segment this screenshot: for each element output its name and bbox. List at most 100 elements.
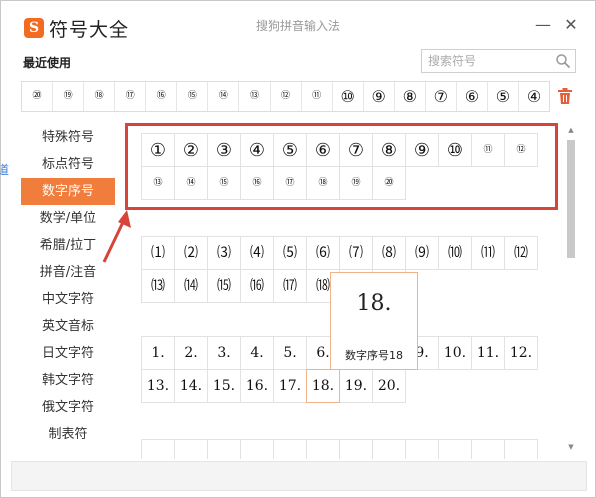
sidebar-item-special[interactable]: 特殊符号 — [21, 124, 115, 151]
sidebar-item-phonetic[interactable]: 英文音标 — [21, 313, 115, 340]
symbol-cell[interactable]: ⑽ — [438, 236, 472, 270]
symbol-cell[interactable]: ⑯ — [240, 166, 274, 200]
minimize-icon[interactable]: — — [533, 15, 553, 35]
symbol-cell[interactable]: 16. — [240, 369, 274, 403]
symbol-cell[interactable] — [240, 439, 274, 459]
symbol-cell[interactable]: ⒂ — [207, 269, 241, 303]
symbol-cell[interactable]: ⒄ — [273, 269, 307, 303]
symbol-cell[interactable]: 19. — [339, 369, 373, 403]
recent-symbol[interactable]: ⑩ — [333, 82, 364, 111]
symbol-cell[interactable]: 4. — [240, 336, 274, 370]
sidebar-item-numbers[interactable]: 数字序号 — [21, 178, 115, 205]
sidebar-item-chinese[interactable]: 中文字符 — [21, 286, 115, 313]
symbol-cell[interactable]: ⒀ — [141, 269, 175, 303]
symbol-cell[interactable]: ⑰ — [273, 166, 307, 200]
recent-symbol[interactable]: ⑱ — [84, 82, 116, 111]
sidebar-item-korean[interactable]: 韩文字符 — [21, 367, 115, 394]
symbol-cell[interactable]: ⑤ — [273, 133, 307, 167]
scroll-thumb[interactable] — [567, 140, 575, 258]
search-input[interactable] — [422, 50, 550, 72]
symbol-cell[interactable]: 15. — [207, 369, 241, 403]
recent-symbol[interactable]: ⑯ — [146, 82, 178, 111]
symbol-cell[interactable]: ⑹ — [306, 236, 340, 270]
symbol-cell[interactable]: ⑧ — [372, 133, 406, 167]
recent-symbol[interactable]: ⑤ — [488, 82, 519, 111]
symbol-cell[interactable]: ⑫ — [504, 133, 538, 167]
symbol-cell[interactable]: 5. — [273, 336, 307, 370]
symbol-cell[interactable]: ⑷ — [240, 236, 274, 270]
symbol-cell[interactable] — [438, 439, 472, 459]
symbol-cell[interactable]: ⒁ — [174, 269, 208, 303]
symbol-cell[interactable]: ⑻ — [372, 236, 406, 270]
symbol-cell[interactable]: ⑬ — [141, 166, 175, 200]
symbol-cell[interactable]: 2. — [174, 336, 208, 370]
search-box[interactable] — [421, 49, 576, 73]
symbol-cell[interactable]: 11. — [471, 336, 505, 370]
symbol-cell[interactable] — [273, 439, 307, 459]
sidebar-item-russian[interactable]: 俄文字符 — [21, 394, 115, 421]
symbol-cell[interactable]: ⒃ — [240, 269, 274, 303]
search-icon[interactable] — [555, 53, 571, 69]
symbol-cell[interactable] — [141, 439, 175, 459]
recent-symbol[interactable]: ⑭ — [208, 82, 240, 111]
symbol-cell[interactable]: ⑶ — [207, 236, 241, 270]
recent-symbol[interactable]: ⑰ — [115, 82, 147, 111]
symbol-cell[interactable] — [504, 439, 538, 459]
recent-symbol[interactable]: ⑨ — [364, 82, 395, 111]
symbol-cell[interactable]: ⑦ — [339, 133, 373, 167]
symbol-cell[interactable] — [306, 439, 340, 459]
scroll-up-icon[interactable]: ▲ — [567, 126, 575, 134]
scrollbar[interactable]: ▲ ▼ — [566, 126, 576, 451]
recent-symbol[interactable]: ⑧ — [395, 82, 426, 111]
symbol-cell[interactable]: ⑩ — [438, 133, 472, 167]
recent-symbol[interactable]: ⑥ — [457, 82, 488, 111]
symbol-cell[interactable]: ⑿ — [504, 236, 538, 270]
symbol-cell[interactable]: 3. — [207, 336, 241, 370]
symbol-cell[interactable]: ① — [141, 133, 175, 167]
sidebar-item-pinyin[interactable]: 拼音/注音 — [21, 259, 115, 286]
sidebar-item-math[interactable]: 数学/单位 — [21, 205, 115, 232]
symbol-cell[interactable] — [207, 439, 241, 459]
recent-symbol[interactable]: ⑮ — [177, 82, 209, 111]
recent-symbol[interactable]: ⑬ — [239, 82, 271, 111]
symbol-cell[interactable] — [339, 439, 373, 459]
sidebar-item-box-drawing[interactable]: 制表符 — [21, 421, 115, 448]
symbol-cell[interactable] — [471, 439, 505, 459]
symbol-cell[interactable]: 12. — [504, 336, 538, 370]
sidebar-item-japanese[interactable]: 日文字符 — [21, 340, 115, 367]
symbol-cell[interactable]: 17. — [273, 369, 307, 403]
symbol-cell[interactable]: 13. — [141, 369, 175, 403]
symbol-cell[interactable]: ⑴ — [141, 236, 175, 270]
symbol-cell[interactable]: ⑾ — [471, 236, 505, 270]
symbol-cell[interactable]: ⑵ — [174, 236, 208, 270]
sidebar-item-punctuation[interactable]: 标点符号 — [21, 151, 115, 178]
symbol-cell[interactable]: 18. — [306, 369, 340, 403]
symbol-cell[interactable]: ⑸ — [273, 236, 307, 270]
symbol-cell[interactable]: ⑪ — [471, 133, 505, 167]
recent-symbol[interactable]: ⑫ — [271, 82, 302, 111]
symbol-cell[interactable]: 14. — [174, 369, 208, 403]
close-icon[interactable]: ✕ — [561, 15, 581, 35]
symbol-cell[interactable]: ⑮ — [207, 166, 241, 200]
symbol-cell[interactable]: ③ — [207, 133, 241, 167]
symbol-cell[interactable]: ⑱ — [306, 166, 340, 200]
symbol-cell[interactable]: ⑺ — [339, 236, 373, 270]
symbol-cell[interactable]: ⑲ — [339, 166, 373, 200]
symbol-cell[interactable]: 1. — [141, 336, 175, 370]
symbol-cell[interactable]: ⑥ — [306, 133, 340, 167]
symbol-cell[interactable]: ⑳ — [372, 166, 406, 200]
recent-symbol[interactable]: ⑦ — [426, 82, 457, 111]
symbol-cell[interactable]: 20. — [372, 369, 406, 403]
symbol-cell[interactable] — [405, 439, 439, 459]
symbol-cell[interactable] — [372, 439, 406, 459]
trash-icon[interactable] — [557, 87, 573, 105]
recent-symbol[interactable]: ⑪ — [302, 82, 333, 111]
sidebar-item-greek[interactable]: 希腊/拉丁 — [21, 232, 115, 259]
recent-symbol[interactable]: ⑳ — [22, 82, 54, 111]
recent-symbol[interactable]: ⑲ — [53, 82, 85, 111]
symbol-cell[interactable]: ④ — [240, 133, 274, 167]
scroll-down-icon[interactable]: ▼ — [567, 443, 575, 451]
symbol-cell[interactable]: ② — [174, 133, 208, 167]
symbol-cell[interactable]: 10. — [438, 336, 472, 370]
symbol-cell[interactable]: ⑭ — [174, 166, 208, 200]
